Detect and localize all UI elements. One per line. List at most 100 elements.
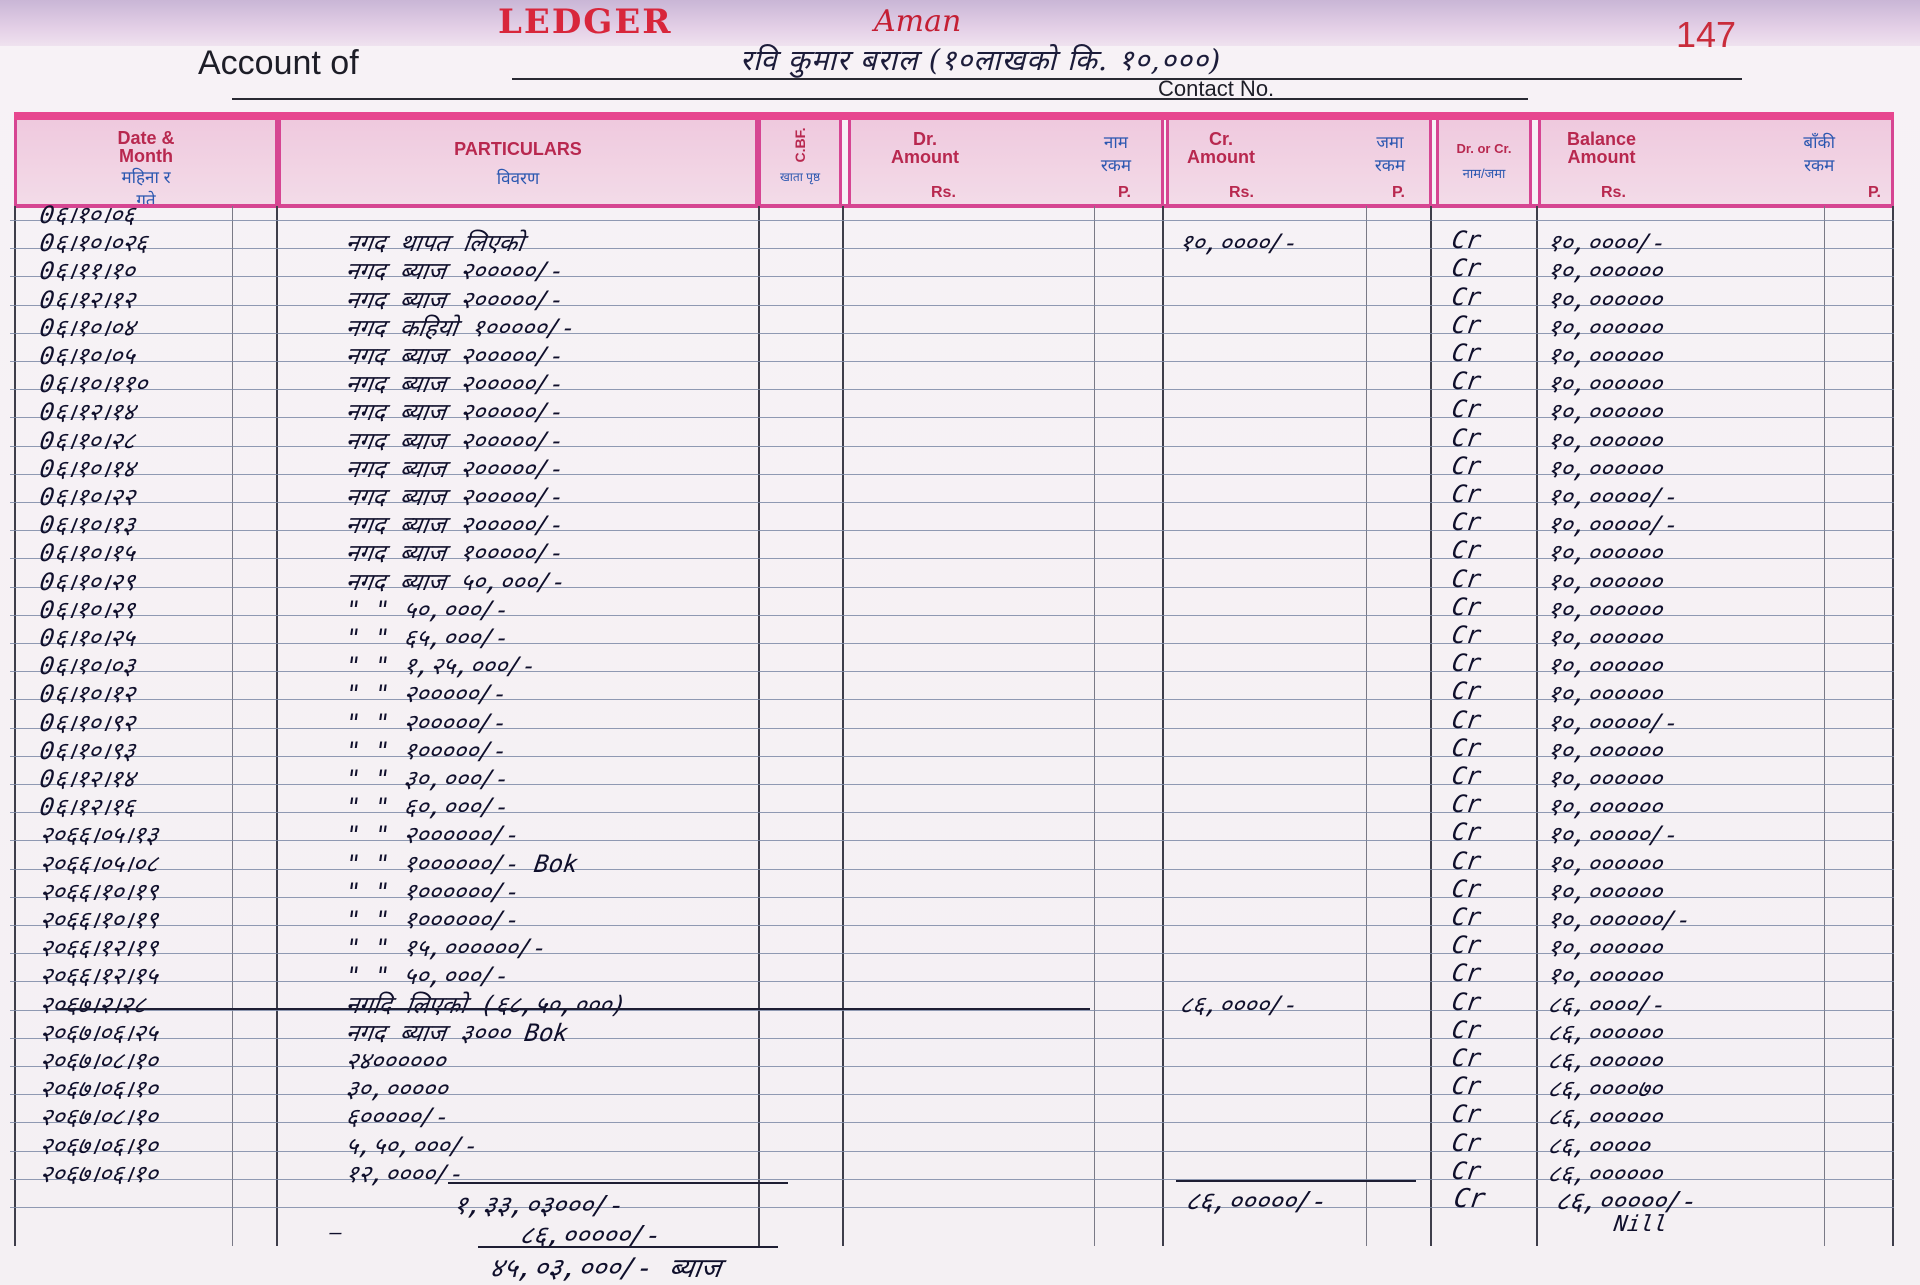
col-drcr-np: नाम/जमा bbox=[1462, 166, 1506, 181]
col-cr-np2: रकम bbox=[1374, 156, 1405, 175]
col-dr-p: P. bbox=[1117, 184, 1131, 201]
total-rule bbox=[448, 1182, 788, 1184]
col-balance-rs: Rs. bbox=[1601, 184, 1626, 201]
col-rule bbox=[1094, 206, 1095, 1246]
account-of-label: Account of bbox=[198, 44, 359, 82]
row-drcr: Cr bbox=[1450, 226, 1483, 255]
col-dr-np2: रकम bbox=[1100, 156, 1131, 175]
row-drcr: Cr bbox=[1450, 508, 1483, 537]
row-drcr: Cr bbox=[1450, 1156, 1483, 1185]
col-rule bbox=[1824, 206, 1825, 1246]
row-part: १२,००००/- bbox=[343, 1159, 467, 1188]
col-rule bbox=[14, 206, 16, 1246]
row-drcr: Cr bbox=[1450, 677, 1483, 706]
row-drcr: Cr bbox=[1450, 339, 1483, 367]
total-drcr: Cr bbox=[1451, 1184, 1488, 1214]
col-rule bbox=[1892, 206, 1894, 1246]
col-date-np1: महिना र bbox=[121, 168, 171, 187]
brand-title: LEDGER bbox=[498, 2, 673, 42]
row-drcr: Cr bbox=[1450, 1100, 1483, 1129]
row-drcr: Cr bbox=[1450, 733, 1483, 762]
row-drcr: Cr bbox=[1450, 423, 1483, 452]
col-rule bbox=[842, 206, 844, 1246]
col-particulars-np: विवरण bbox=[496, 169, 540, 188]
col-rule bbox=[758, 206, 760, 1246]
col-dr-header: Dr. Amount नाम रकम Rs. P. bbox=[848, 120, 1164, 204]
row-drcr: Cr bbox=[1450, 959, 1483, 988]
col-balance-np1: बाँकी bbox=[1803, 133, 1835, 152]
col-cr-en1: Cr. bbox=[1208, 129, 1233, 149]
col-date-header: Date & Month महिना र गते bbox=[14, 120, 278, 210]
row-drcr: Cr bbox=[1450, 1128, 1483, 1157]
col-rule bbox=[1536, 206, 1538, 1246]
row-drcr: Cr bbox=[1450, 310, 1483, 339]
row-drcr: Cr bbox=[1450, 790, 1483, 819]
col-cbf-en: C.BF. bbox=[792, 127, 808, 163]
col-rule bbox=[1366, 206, 1367, 1246]
row-drcr: Cr bbox=[1450, 1072, 1483, 1101]
row-drcr: Cr bbox=[1450, 395, 1483, 424]
ruled-line bbox=[10, 220, 1894, 221]
row-drcr: Cr bbox=[1450, 254, 1483, 283]
row-drcr: Cr bbox=[1450, 762, 1483, 790]
header-top-rule bbox=[14, 112, 1894, 120]
row-drcr: Cr bbox=[1450, 282, 1483, 311]
col-rule bbox=[1162, 206, 1164, 1246]
row-drcr: Cr bbox=[1450, 987, 1483, 1016]
row-drcr: Cr bbox=[1450, 367, 1483, 396]
col-particulars-en: PARTICULARS bbox=[454, 139, 582, 159]
col-cr-en2: Amount bbox=[1187, 147, 1255, 167]
col-drcr-en: Dr. or Cr. bbox=[1456, 141, 1512, 156]
col-rule bbox=[232, 206, 233, 1246]
row-date: २०६७।०६।१० bbox=[37, 1159, 160, 1188]
row-drcr: Cr bbox=[1450, 592, 1483, 621]
col-rule bbox=[276, 206, 278, 1246]
col-cr-np1: जमा bbox=[1376, 133, 1404, 152]
row-drcr: Cr bbox=[1450, 564, 1483, 593]
brand-subtitle: Aman bbox=[874, 4, 962, 39]
col-balance-p: P. bbox=[1867, 184, 1881, 201]
col-drcr-header: Dr. or Cr. नाम/जमा bbox=[1436, 120, 1532, 204]
net-interest: ४५,०३,०००/- ब्याज bbox=[487, 1253, 724, 1284]
row-drcr: Cr bbox=[1450, 480, 1483, 508]
col-cr-p: P. bbox=[1391, 184, 1405, 201]
row-drcr: Cr bbox=[1450, 903, 1483, 931]
col-cr-header: Cr. Amount जमा रकम Rs. P. bbox=[1166, 120, 1432, 204]
row-drcr: Cr bbox=[1450, 931, 1483, 960]
row-drcr: Cr bbox=[1450, 621, 1483, 649]
col-date-en2: Month bbox=[119, 146, 173, 166]
col-cr-rs: Rs. bbox=[1229, 184, 1254, 201]
col-date-en1: Date & bbox=[117, 128, 175, 148]
nill-note: Nill bbox=[1612, 1212, 1669, 1237]
page-number: 147 bbox=[1676, 14, 1737, 55]
minus-sign: – bbox=[328, 1220, 344, 1244]
row-drcr: Cr bbox=[1450, 818, 1483, 847]
row-drcr: Cr bbox=[1450, 1015, 1483, 1044]
col-dr-rs: Rs. bbox=[931, 184, 956, 201]
cr-total: ८६,०००००/- bbox=[1183, 1187, 1330, 1217]
col-balance-en2: Amount bbox=[1567, 147, 1636, 167]
account-of-value: रवि कुमार बराल (१०लाखको कि. १०,०००) bbox=[740, 43, 1222, 77]
row-drcr: Cr bbox=[1450, 846, 1483, 875]
section-rule bbox=[60, 1007, 1090, 1010]
col-dr-np1: नाम bbox=[1103, 133, 1128, 152]
row-drcr: Cr bbox=[1450, 451, 1483, 480]
col-balance-header: Balance Amount बाँकी रकम Rs. P. bbox=[1538, 120, 1894, 204]
header-bottom-rule bbox=[14, 204, 1894, 208]
row-drcr: Cr bbox=[1450, 649, 1483, 678]
col-particulars-header: PARTICULARS विवरण bbox=[278, 120, 758, 204]
col-dr-en2: Amount bbox=[891, 147, 959, 167]
col-cbf-header: C.BF. खाता पृष्ठ bbox=[758, 120, 842, 204]
col-rule bbox=[1430, 206, 1432, 1246]
col-dr-en1: Dr. bbox=[912, 129, 937, 149]
contact-underline bbox=[232, 98, 1528, 100]
row-drcr: Cr bbox=[1450, 874, 1483, 903]
col-balance-np2: रकम bbox=[1804, 156, 1835, 175]
ledger-page: LEDGER Aman 147 Account of रवि कुमार बरा… bbox=[0, 0, 1920, 1285]
row-drcr: Cr bbox=[1450, 536, 1483, 565]
row-cr: १०,००००/- bbox=[1177, 229, 1301, 258]
col-balance-en1: Balance bbox=[1567, 129, 1637, 149]
row-drcr: Cr bbox=[1450, 705, 1483, 734]
row-drcr: Cr bbox=[1450, 1044, 1483, 1072]
row-cr: ८६,००००/- bbox=[1177, 990, 1301, 1019]
